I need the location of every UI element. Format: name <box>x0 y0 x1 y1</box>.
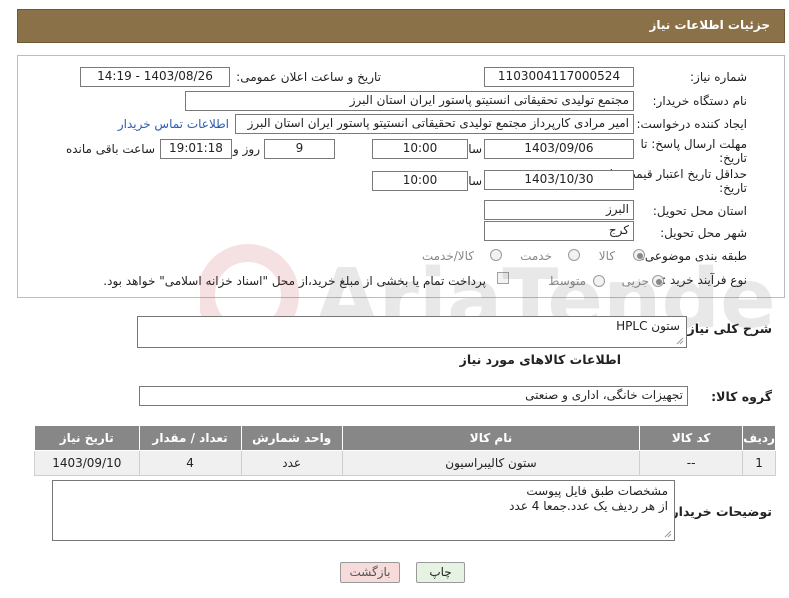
buyer-notes-line-2: از هر ردیف یک عدد.جمعا 4 عدد <box>509 499 668 513</box>
goods-group-field: تجهیزات خانگی، اداری و صنعتی <box>139 386 688 406</box>
delivery-province-field: البرز <box>484 200 634 220</box>
items-table-header: ردیف کد کالا نام کالا واحد شمارش تعداد /… <box>34 425 776 451</box>
summary-text: ستون HPLC <box>616 319 680 333</box>
col-name-header: نام کالا <box>341 425 641 451</box>
buyer-notes-line-1: مشخصات طبق فایل پیوست <box>526 484 668 498</box>
category-goods-service-label: کالا/خدمت <box>421 249 474 263</box>
item-unit-cell: عدد <box>240 450 343 476</box>
category-label: طبقه بندی موضوعی: <box>640 249 747 263</box>
col-code-header: کد کالا <box>639 425 744 451</box>
treasury-payment-note: پرداخت تمام یا بخشی از مبلغ خرید،از محل … <box>103 274 486 288</box>
col-row-header: ردیف <box>742 425 776 451</box>
remaining-time-label: ساعت باقی مانده <box>65 142 155 156</box>
table-row: 1 -- ستون کالیبراسیون عدد 4 1403/09/10 <box>34 450 776 476</box>
page-header: جزئیات اطلاعات نیاز <box>17 9 785 43</box>
category-goods-label: کالا <box>598 249 615 263</box>
category-service-label: خدمت <box>520 249 552 263</box>
remaining-time-field: 19:01:18 <box>160 139 232 159</box>
price-validity-label-2: تاریخ: <box>719 181 747 195</box>
item-date-cell: 1403/09/10 <box>34 450 140 476</box>
back-button[interactable]: بازگشت <box>340 562 400 583</box>
buyer-notes-label: توضیحات خریدار: <box>666 504 772 519</box>
items-table: ردیف کد کالا نام کالا واحد شمارش تعداد /… <box>34 425 776 476</box>
delivery-province-label: استان محل تحویل: <box>652 204 747 218</box>
buyer-org-field: مجتمع تولیدی تحقیقاتی انستیتو پاستور ایر… <box>185 91 634 111</box>
buyer-org-label: نام دستگاه خریدار: <box>652 94 748 108</box>
announce-datetime-label: تاریخ و ساعت اعلان عمومی: <box>236 70 381 84</box>
resize-grip-icon <box>664 530 672 538</box>
col-unit-header: واحد شمارش <box>240 425 343 451</box>
col-date-header: تاریخ نیاز <box>34 425 140 451</box>
category-goods-service-radio[interactable] <box>490 249 502 261</box>
reply-deadline-label-2: تاریخ: <box>719 151 747 165</box>
purchase-type-medium-label: متوسط <box>548 274 586 288</box>
page-title: جزئیات اطلاعات نیاز <box>649 18 770 32</box>
purchase-type-minor-radio[interactable] <box>652 275 664 287</box>
days-label: روز و <box>233 142 260 156</box>
item-qty-cell: 4 <box>138 450 242 476</box>
delivery-city-label: شهر محل تحویل: <box>660 226 747 240</box>
row-number-cell: 1 <box>742 450 776 476</box>
category-goods-radio[interactable] <box>633 249 645 261</box>
need-number-label: شماره نیاز: <box>690 70 747 84</box>
purchase-type-label: نوع فرآیند خرید : <box>662 273 747 287</box>
price-validity-date-field: 1403/10/30 <box>484 170 634 190</box>
reply-deadline-label: مهلت ارسال پاسخ: تا <box>640 137 747 151</box>
need-number-field: 1103004117000524 <box>484 67 634 87</box>
delivery-city-field: کرج <box>484 221 634 241</box>
announce-datetime-field: 1403/08/26 - 14:19 <box>80 67 230 87</box>
treasury-payment-checkbox[interactable] <box>497 272 509 284</box>
goods-group-label: گروه کالا: <box>711 389 772 404</box>
item-code-cell: -- <box>639 450 744 476</box>
summary-label: شرح کلی نیاز: <box>682 321 772 336</box>
price-validity-time-field: 10:00 <box>372 171 468 191</box>
items-section-title: اطلاعات کالاهای مورد نیاز <box>459 352 621 367</box>
item-name-cell: ستون کالیبراسیون <box>341 450 641 476</box>
buyer-notes-textarea: مشخصات طبق فایل پیوست از هر ردیف یک عدد.… <box>52 480 675 541</box>
buyer-contact-link[interactable]: اطلاعات تماس خریدار <box>118 117 229 131</box>
purchase-type-minor-label: جزیی <box>621 274 649 288</box>
col-qty-header: تعداد / مقدار <box>138 425 242 451</box>
print-button[interactable]: چاپ <box>416 562 465 583</box>
summary-textarea: ستون HPLC <box>137 316 687 348</box>
requester-field: امیر مرادی کارپرداز مجتمع تولیدی تحقیقات… <box>235 114 634 134</box>
category-service-radio[interactable] <box>568 249 580 261</box>
purchase-type-medium-radio[interactable] <box>593 275 605 287</box>
reply-deadline-time-field: 10:00 <box>372 139 468 159</box>
requester-label: ایجاد کننده درخواست: <box>636 117 747 131</box>
resize-grip-icon <box>676 337 684 345</box>
reply-deadline-date-field: 1403/09/06 <box>484 139 634 159</box>
reply-deadline-days-field: 9 <box>264 139 335 159</box>
